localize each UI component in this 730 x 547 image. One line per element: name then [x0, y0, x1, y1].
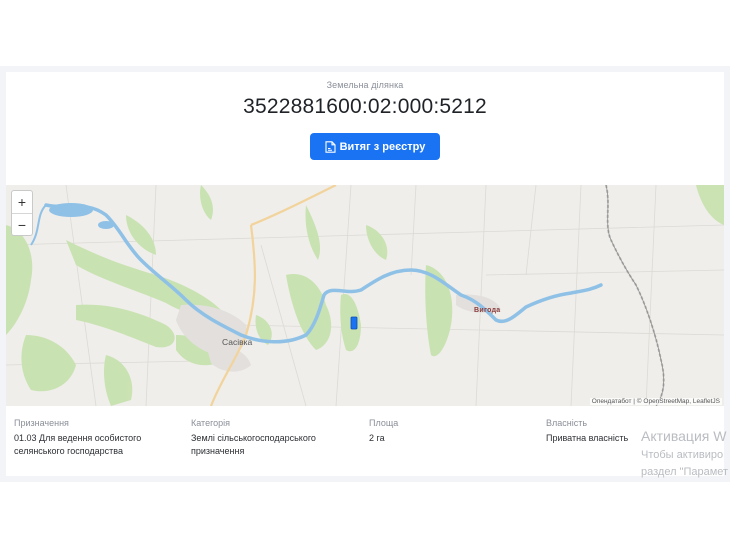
parcel-header: Земельна ділянка 3522881600:02:000:5212: [6, 80, 724, 119]
watermark-title: Активация W: [641, 428, 727, 444]
detail-label: Призначення: [14, 418, 69, 428]
detail-value: Приватна власність: [546, 433, 629, 443]
parcel-cadastral-number: 3522881600:02:000:5212: [243, 95, 487, 118]
detail-label: Власність: [546, 418, 588, 428]
watermark-line: Чтобы активиро: [641, 449, 724, 461]
detail-label: Категорія: [191, 418, 231, 428]
detail-value: 2 га: [369, 433, 385, 443]
parcel-marker[interactable]: [350, 316, 358, 330]
detail-value: 01.03 Для ведення особистого селянського…: [14, 433, 142, 456]
zoom-out-button[interactable]: −: [12, 213, 32, 235]
map-tiles: [6, 185, 724, 406]
page: Земельна ділянка 3522881600:02:000:5212 …: [0, 0, 730, 547]
registry-extract-label: Витяг з реєстру: [339, 140, 426, 153]
detail-category: Категорія Землі сільськогосподарського п…: [191, 418, 351, 458]
zoom-control: + −: [11, 190, 33, 236]
registry-extract-button[interactable]: Витяг з реєстру: [310, 133, 440, 160]
detail-ownership: Власність Приватна власність: [546, 418, 646, 445]
zoom-in-button[interactable]: +: [12, 191, 32, 213]
detail-label: Площа: [369, 418, 399, 428]
document-icon: [325, 140, 336, 153]
map-attribution: Опендатабот | © OpenStreetMap, LeafletJS: [589, 398, 722, 405]
detail-area: Площа 2 га: [369, 418, 519, 445]
os-activation-watermark: Активация W Чтобы активиро раздел "Парам…: [641, 428, 730, 481]
parcel-map[interactable]: + − Сасівка Вигода Опендатабот | © OpenS…: [6, 185, 724, 406]
detail-value: Землі сільськогосподарського призначення: [191, 433, 316, 456]
detail-purpose: Призначення 01.03 Для ведення особистого…: [14, 418, 184, 458]
watermark-line: раздел "Парамет: [641, 466, 729, 478]
map-label-village: Вигода: [474, 307, 501, 314]
parcel-subtitle: Земельна ділянка: [326, 80, 404, 90]
map-label-town: Сасівка: [222, 337, 253, 347]
